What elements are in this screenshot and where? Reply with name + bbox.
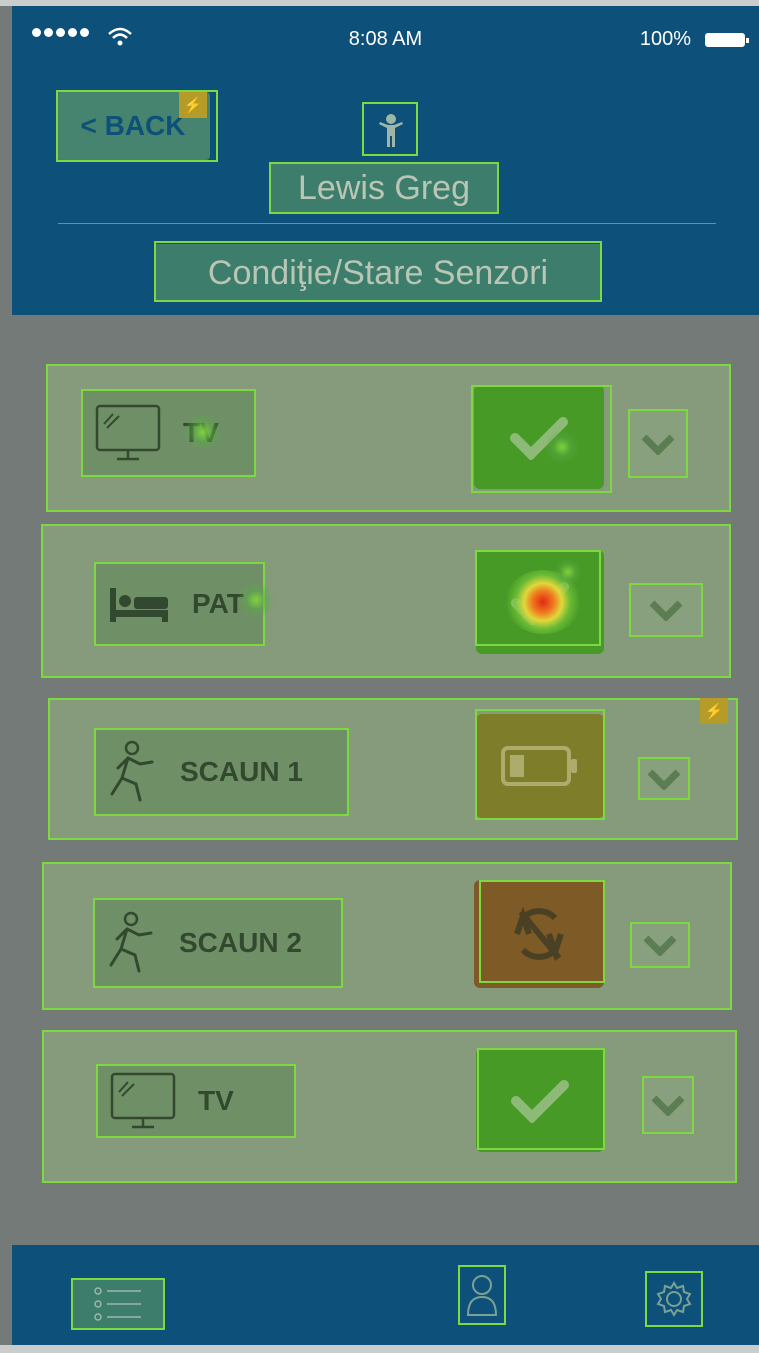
expand-chevron-button[interactable] bbox=[629, 583, 703, 637]
status-outline bbox=[475, 709, 605, 820]
tv-icon bbox=[110, 1072, 176, 1130]
flash-icon: ⚡ bbox=[179, 92, 207, 118]
status-bar: 8:08 AM 100% bbox=[12, 6, 759, 74]
expand-chevron-button[interactable] bbox=[638, 757, 690, 800]
section-title-outline bbox=[154, 241, 602, 302]
chevron-down-icon bbox=[649, 600, 683, 621]
chevron-down-icon bbox=[643, 935, 677, 956]
status-outline bbox=[477, 1048, 605, 1150]
device-name: TV bbox=[183, 417, 219, 448]
chevron-down-icon bbox=[651, 1095, 685, 1116]
flash-icon: ⚡ bbox=[700, 698, 728, 724]
device-name: PAT bbox=[192, 588, 244, 619]
profile-icon bbox=[466, 1275, 498, 1316]
device-label-scaun-1: SCAUN 1 bbox=[94, 728, 349, 816]
header-divider bbox=[58, 223, 716, 224]
tab-profile[interactable] bbox=[458, 1265, 506, 1325]
tv-icon bbox=[95, 404, 161, 462]
running-person-icon bbox=[108, 740, 158, 804]
device-name: SCAUN 2 bbox=[179, 927, 302, 958]
status-outline bbox=[475, 550, 601, 646]
device-label-scaun-2: SCAUN 2 bbox=[93, 898, 343, 988]
expand-chevron-button[interactable] bbox=[628, 409, 688, 478]
settings-icon bbox=[656, 1281, 692, 1317]
chevron-down-icon bbox=[647, 769, 681, 790]
tab-settings[interactable] bbox=[645, 1271, 703, 1327]
header: 8:08 AM 100% < BACK ⚡ Lewis Greg Condiţi… bbox=[12, 6, 759, 315]
device-label-tv: TV bbox=[81, 389, 256, 477]
bottom-frame bbox=[0, 1345, 759, 1353]
status-outline bbox=[471, 385, 612, 493]
device-name: SCAUN 1 bbox=[180, 756, 303, 787]
list-icon bbox=[94, 1287, 141, 1321]
app-screen: 8:08 AM 100% < BACK ⚡ Lewis Greg Condiţi… bbox=[0, 0, 759, 1353]
battery-icon bbox=[705, 33, 749, 47]
chevron-down-icon bbox=[641, 434, 675, 455]
battery-percent: 100% bbox=[639, 28, 691, 50]
device-name: TV bbox=[198, 1085, 234, 1116]
expand-chevron-button[interactable] bbox=[630, 922, 690, 968]
tab-list[interactable] bbox=[71, 1278, 165, 1330]
child-icon-outline bbox=[362, 102, 418, 156]
expand-chevron-button[interactable] bbox=[642, 1076, 694, 1134]
patient-name-outline bbox=[269, 162, 499, 214]
status-outline bbox=[479, 880, 605, 983]
bed-icon bbox=[108, 584, 170, 624]
running-person-icon bbox=[107, 911, 157, 975]
device-label-tv-2: TV bbox=[96, 1064, 296, 1138]
device-label-pat: PAT bbox=[94, 562, 265, 646]
